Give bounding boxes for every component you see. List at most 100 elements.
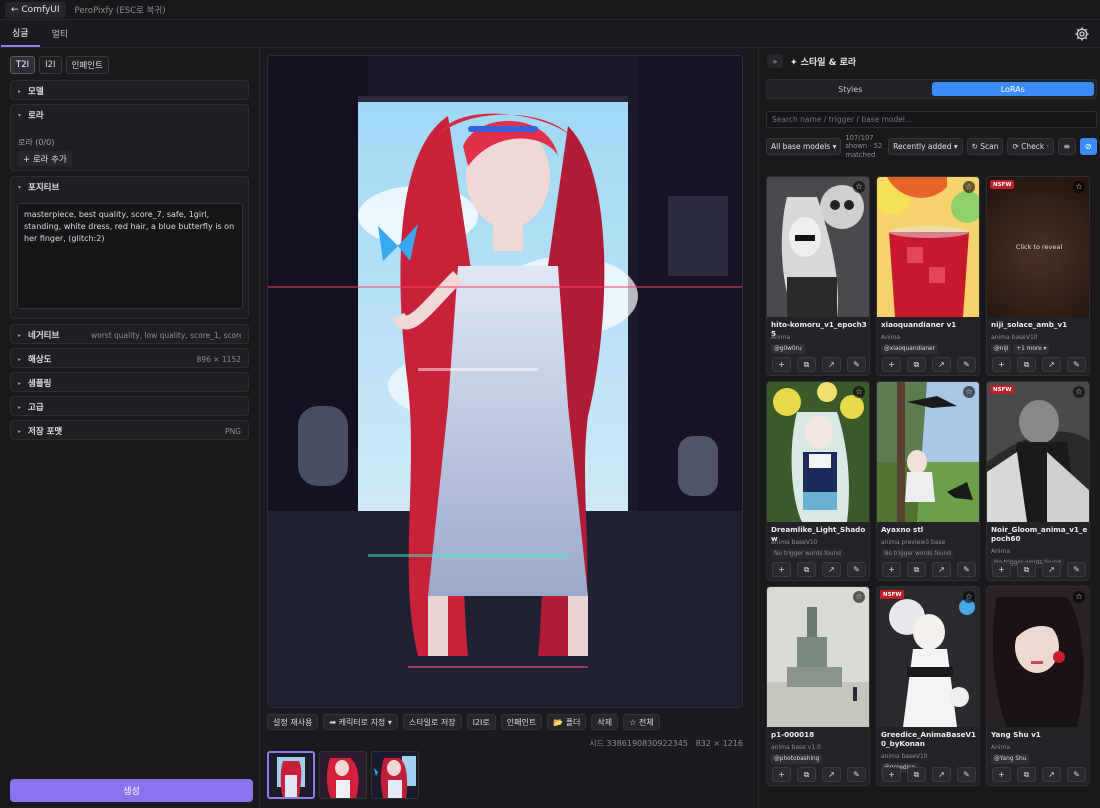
- copy-icon[interactable]: ⧉: [797, 357, 816, 372]
- gear-icon[interactable]: [1074, 26, 1090, 42]
- history-thumbnail[interactable]: [319, 751, 367, 799]
- trigger-tag[interactable]: @xiaoquandianer: [881, 344, 938, 354]
- history-thumbnail[interactable]: [371, 751, 419, 799]
- open-external-icon[interactable]: ↗: [1042, 562, 1061, 577]
- open-external-icon[interactable]: ↗: [932, 767, 951, 782]
- copy-icon[interactable]: ⧉: [797, 767, 816, 782]
- add-icon[interactable]: +: [992, 357, 1011, 372]
- click-to-reveal[interactable]: Click to reveal: [987, 177, 1089, 317]
- edit-icon[interactable]: ✎: [1067, 357, 1086, 372]
- favorite-all-button[interactable]: ☆ 전체: [623, 714, 660, 730]
- open-external-icon[interactable]: ↗: [1042, 357, 1061, 372]
- add-icon[interactable]: +: [882, 357, 901, 372]
- section-sampling[interactable]: ▸ 샘플링: [10, 372, 249, 392]
- open-folder-button[interactable]: 📂 폴더: [547, 714, 587, 730]
- lora-card[interactable]: Click to reveal NSFW ☆ niji_solace_amb_v…: [986, 176, 1090, 376]
- tab-loras[interactable]: LoRAs: [931, 82, 1094, 96]
- positive-prompt-textarea[interactable]: masterpiece, best quality, score_7, safe…: [17, 203, 243, 309]
- trigger-tag[interactable]: @Yang Shu: [991, 754, 1030, 764]
- section-save-format[interactable]: ▸ 저장 포맷 PNG: [10, 420, 249, 440]
- lora-card[interactable]: ☆ Dreamlike_Light_Shadow anima baseV10 N…: [766, 381, 870, 581]
- history-thumbnail[interactable]: [267, 751, 315, 799]
- lora-card[interactable]: ☆ p1-000018 anima base v1.0 @photobashin…: [766, 586, 870, 786]
- list-view-icon[interactable]: ≡: [1058, 138, 1076, 155]
- reuse-settings-button[interactable]: 설정 재사용: [267, 714, 319, 730]
- trigger-tag[interactable]: @photobashing: [771, 754, 823, 764]
- open-external-icon[interactable]: ↗: [932, 357, 951, 372]
- generated-image[interactable]: [267, 55, 743, 708]
- send-to-inpaint-button[interactable]: 인페인트: [500, 714, 543, 730]
- tab-multi[interactable]: 멀티: [41, 20, 80, 47]
- base-model-filter[interactable]: All base models ▾: [766, 138, 842, 155]
- edit-icon[interactable]: ✎: [957, 562, 976, 577]
- star-icon[interactable]: ☆: [853, 386, 865, 398]
- edit-icon[interactable]: ✎: [957, 767, 976, 782]
- copy-icon[interactable]: ⧉: [1017, 562, 1036, 577]
- trigger-tag[interactable]: @niji: [991, 344, 1012, 354]
- scan-button[interactable]: ↻ Scan: [966, 138, 1004, 155]
- section-negative[interactable]: ▸ 네거티브 worst quality, low quality, score_1…: [10, 324, 249, 344]
- edit-icon[interactable]: ✎: [847, 562, 866, 577]
- edit-icon[interactable]: ✎: [1067, 562, 1086, 577]
- send-to-i2i-button[interactable]: I2I로: [466, 714, 496, 730]
- add-icon[interactable]: +: [772, 767, 791, 782]
- delete-button[interactable]: 삭제: [591, 714, 619, 730]
- trigger-tag[interactable]: @g0w0ru: [771, 344, 805, 354]
- add-icon[interactable]: +: [772, 357, 791, 372]
- lora-card[interactable]: NSFW ☆ Noir_Gloom_anima_v1_epoch60 Anima…: [986, 381, 1090, 581]
- lora-card[interactable]: ☆ Yang Shu v1 Anima @Yang Shu + ⧉ ↗ ✎: [986, 586, 1090, 786]
- edit-icon[interactable]: ✎: [957, 357, 976, 372]
- star-icon[interactable]: ☆: [963, 591, 975, 603]
- lora-card[interactable]: ☆ xiaoquandianer v1 Anima @xiaoquandiane…: [876, 176, 980, 376]
- copy-icon[interactable]: ⧉: [1017, 767, 1036, 782]
- edit-icon[interactable]: ✎: [847, 767, 866, 782]
- tab-styles[interactable]: Styles: [769, 82, 932, 96]
- lora-search-input[interactable]: [766, 111, 1097, 128]
- open-external-icon[interactable]: ↗: [1042, 767, 1061, 782]
- hide-nsfw-icon[interactable]: ⊘: [1079, 138, 1097, 155]
- add-icon[interactable]: +: [992, 562, 1011, 577]
- copy-icon[interactable]: ⧉: [907, 562, 926, 577]
- open-external-icon[interactable]: ↗: [822, 767, 841, 782]
- star-icon[interactable]: ☆: [1073, 181, 1085, 193]
- tab-single[interactable]: 싱글: [1, 20, 40, 47]
- lora-card[interactable]: ☆ hito-komoru_v1_epoch35 Anima @g0w0ru +…: [766, 176, 870, 376]
- lora-card[interactable]: ☆ Ayaxno stl anima preview3 base No trig…: [876, 381, 980, 581]
- edit-icon[interactable]: ✎: [847, 357, 866, 372]
- assign-character-button[interactable]: ➡ 캐릭터로 지정 ▾: [323, 714, 398, 730]
- mode-i2i-button[interactable]: I2I: [39, 56, 62, 74]
- star-icon[interactable]: ☆: [853, 181, 865, 193]
- section-advanced[interactable]: ▸ 고급: [10, 396, 249, 416]
- section-lora-header[interactable]: ▾ 로라: [11, 105, 248, 125]
- mode-t2i-button[interactable]: T2I: [10, 56, 36, 74]
- open-external-icon[interactable]: ↗: [822, 357, 841, 372]
- add-icon[interactable]: +: [772, 562, 791, 577]
- add-icon[interactable]: +: [882, 562, 901, 577]
- collapse-panel-button[interactable]: »: [767, 54, 783, 68]
- add-icon[interactable]: +: [992, 767, 1011, 782]
- star-icon[interactable]: ☆: [1073, 386, 1085, 398]
- copy-icon[interactable]: ⧉: [907, 767, 926, 782]
- star-icon[interactable]: ☆: [963, 386, 975, 398]
- star-icon[interactable]: ☆: [963, 181, 975, 193]
- open-external-icon[interactable]: ↗: [822, 562, 841, 577]
- add-lora-button[interactable]: + 로라 추가: [18, 151, 72, 166]
- back-to-comfyui-button[interactable]: ← ComfyUI: [5, 1, 66, 18]
- generate-button[interactable]: 생성: [10, 779, 253, 802]
- copy-icon[interactable]: ⧉: [907, 357, 926, 372]
- copy-icon[interactable]: ⧉: [797, 562, 816, 577]
- open-external-icon[interactable]: ↗: [932, 562, 951, 577]
- sort-select[interactable]: Recently added ▾: [888, 138, 963, 155]
- add-icon[interactable]: +: [882, 767, 901, 782]
- copy-icon[interactable]: ⧉: [1017, 357, 1036, 372]
- save-as-style-button[interactable]: 스타일로 저장: [402, 714, 462, 730]
- lora-card[interactable]: NSFW ☆ Greedice_AnimaBaseV10_byKonan ani…: [876, 586, 980, 786]
- mode-inpaint-button[interactable]: 인페인트: [65, 56, 109, 74]
- section-resolution[interactable]: ▸ 해상도 896 × 1152: [10, 348, 249, 368]
- check-button[interactable]: ⟳ Check ·: [1007, 138, 1054, 155]
- section-positive-header[interactable]: ▾ 포지티브: [11, 177, 248, 197]
- star-icon[interactable]: ☆: [853, 591, 865, 603]
- edit-icon[interactable]: ✎: [1067, 767, 1086, 782]
- section-model[interactable]: ▸ 모델: [10, 80, 249, 100]
- more-triggers-button[interactable]: +1 more ▾: [1013, 344, 1050, 354]
